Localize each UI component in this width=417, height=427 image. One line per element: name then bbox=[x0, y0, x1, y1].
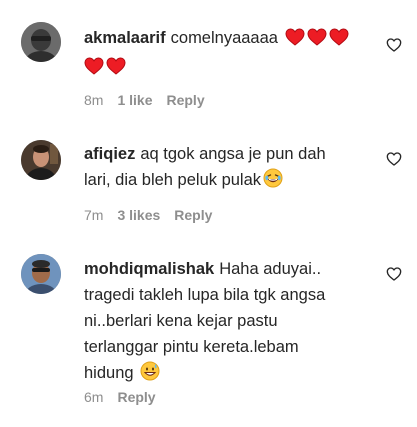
timestamp: 7m bbox=[84, 207, 104, 223]
reply-button[interactable]: Reply bbox=[117, 389, 155, 405]
username[interactable]: akmalaarif bbox=[84, 29, 166, 47]
comment-body-line: terlanggar pintu kereta.lebam bbox=[84, 338, 299, 356]
reply-button[interactable]: Reply bbox=[174, 207, 212, 223]
like-heart-icon[interactable] bbox=[386, 151, 402, 167]
laughing-face-emoji bbox=[263, 168, 283, 196]
like-heart-icon[interactable] bbox=[386, 266, 402, 282]
red-heart-emoji bbox=[307, 28, 327, 54]
username[interactable]: mohdiqmalishak bbox=[84, 260, 214, 278]
comment-text: afiqiez aq tgok angsa je pun dah lari, di… bbox=[84, 141, 374, 196]
avatar[interactable] bbox=[21, 22, 61, 62]
timestamp: 8m bbox=[84, 92, 104, 108]
comment-body-line: ni..berlari kena kejar pastu bbox=[84, 312, 278, 330]
likes-count[interactable]: 3 likes bbox=[117, 207, 160, 223]
red-heart-emoji bbox=[285, 28, 305, 54]
timestamp: 6m bbox=[84, 389, 104, 405]
avatar[interactable] bbox=[21, 140, 61, 180]
comment-body: comelnyaaaaa bbox=[170, 29, 278, 47]
comment-body-line: hidung bbox=[84, 364, 134, 382]
comment-text: mohdiqmalishak Haha aduyai.. tragedi takl… bbox=[84, 256, 374, 389]
comment-body-line: tragedi takleh lupa bila tgk angsa bbox=[84, 286, 326, 304]
avatar-image bbox=[21, 22, 61, 62]
red-heart-emoji bbox=[106, 57, 126, 83]
username[interactable]: afiqiez bbox=[84, 145, 135, 163]
red-heart-emoji bbox=[84, 57, 104, 83]
comment-text: akmalaarif comelnyaaaaa bbox=[84, 25, 374, 83]
like-heart-icon[interactable] bbox=[386, 37, 402, 53]
red-heart-emoji bbox=[329, 28, 349, 54]
comment-body-line: lari, dia bleh peluk pulak bbox=[84, 171, 262, 189]
comment-meta: 8m 1 like Reply bbox=[84, 92, 205, 108]
comment-body-line: aq tgok angsa je pun dah bbox=[140, 145, 326, 163]
reply-button[interactable]: Reply bbox=[166, 92, 204, 108]
comment-body-line: Haha aduyai.. bbox=[219, 260, 322, 278]
grinning-sweat-face-emoji bbox=[140, 361, 160, 389]
avatar[interactable] bbox=[21, 254, 61, 294]
avatar-image bbox=[21, 254, 61, 294]
likes-count[interactable]: 1 like bbox=[117, 92, 152, 108]
avatar-image bbox=[21, 140, 61, 180]
comment-meta: 7m 3 likes Reply bbox=[84, 207, 212, 223]
comment-meta: 6m Reply bbox=[84, 389, 156, 405]
